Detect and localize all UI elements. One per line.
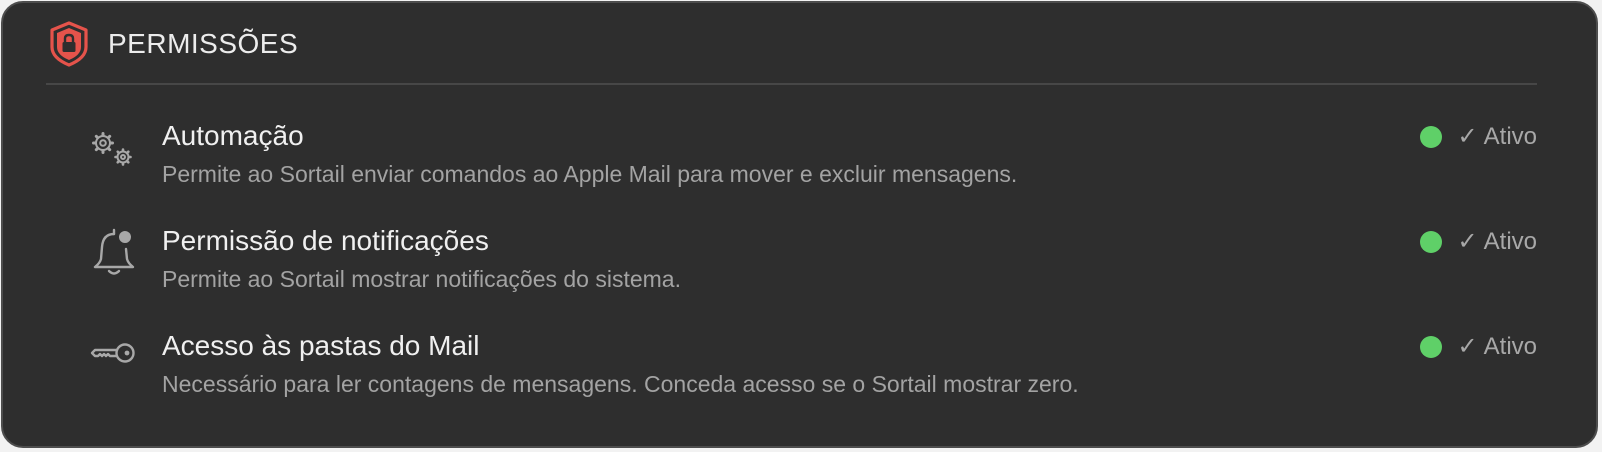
checkmark-icon: ✓ bbox=[1457, 123, 1478, 150]
status-label: Ativo bbox=[1483, 122, 1537, 150]
permissions-panel: PERMISSÕES Automação Permite ao Sortail … bbox=[1, 1, 1598, 448]
permission-title: Permissão de notificações bbox=[162, 225, 489, 256]
permission-description: Necessário para ler contagens de mensage… bbox=[162, 371, 1079, 397]
checkmark-icon: ✓ bbox=[1457, 333, 1478, 360]
shield-lock-icon bbox=[50, 21, 88, 67]
key-icon bbox=[90, 343, 135, 363]
permission-title: Acesso às pastas do Mail bbox=[162, 330, 480, 361]
permission-description: Permite ao Sortail enviar comandos ao Ap… bbox=[162, 161, 1018, 187]
section-title: PERMISSÕES bbox=[108, 28, 299, 59]
status-indicator: ✓ Ativo bbox=[1419, 122, 1537, 151]
permission-row-mail-folders: Acesso às pastas do Mail Necessário para… bbox=[87, 330, 1547, 420]
status-dot bbox=[1419, 125, 1442, 148]
status-label: Ativo bbox=[1483, 332, 1537, 360]
bell-badge-icon bbox=[93, 228, 135, 275]
status-dot bbox=[1419, 335, 1442, 358]
status-label: Ativo bbox=[1483, 227, 1537, 255]
status-indicator: ✓ Ativo bbox=[1419, 227, 1537, 256]
permission-row-automation: Automação Permite ao Sortail enviar coma… bbox=[87, 120, 1547, 210]
status-indicator: ✓ Ativo bbox=[1419, 332, 1537, 361]
status-dot bbox=[1419, 230, 1442, 253]
section-header: PERMISSÕES bbox=[47, 19, 298, 69]
permission-row-notifications: Permissão de notificações Permite ao Sor… bbox=[87, 225, 1547, 315]
checkmark-icon: ✓ bbox=[1457, 228, 1478, 255]
permission-title: Automação bbox=[162, 120, 304, 151]
divider bbox=[46, 83, 1537, 85]
permission-description: Permite ao Sortail mostrar notificações … bbox=[162, 266, 681, 292]
gears-icon bbox=[92, 132, 132, 166]
